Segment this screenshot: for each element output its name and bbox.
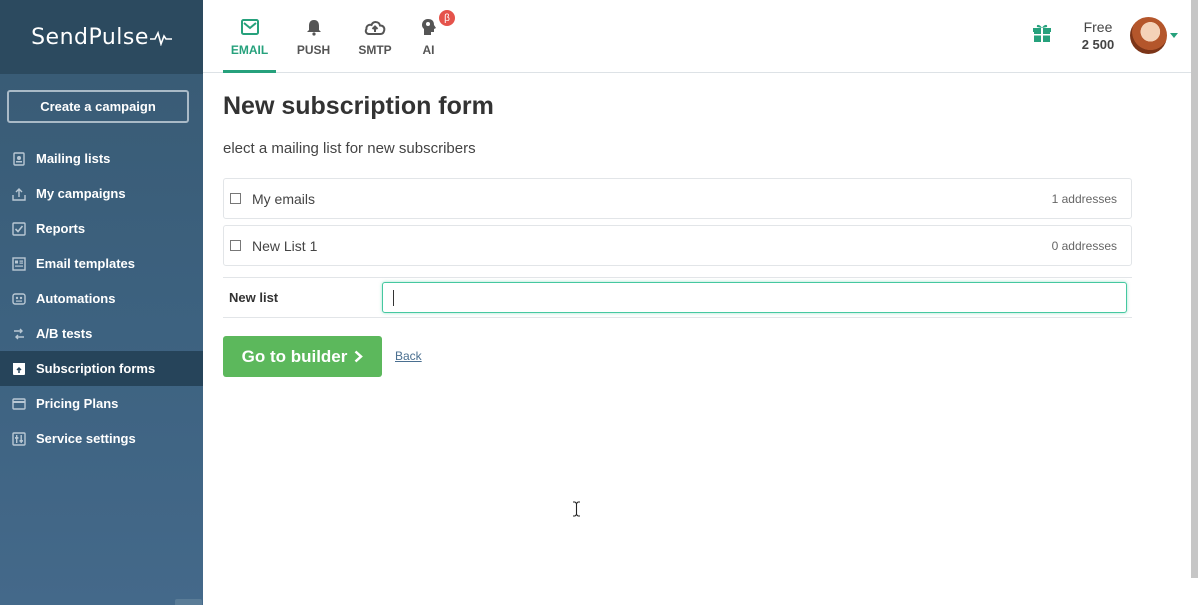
- sidebar-item-automations[interactable]: Automations: [0, 281, 203, 316]
- sidebar-item-service-settings[interactable]: Service settings: [0, 421, 203, 456]
- sidebar-item-ab-tests[interactable]: A/B tests: [0, 316, 203, 351]
- tab-label: EMAIL: [230, 43, 269, 57]
- tab-label: AI: [422, 43, 435, 57]
- address-book-icon: [12, 151, 26, 166]
- pulse-icon: [149, 30, 172, 46]
- sidebar-item-email-templates[interactable]: Email templates: [0, 246, 203, 281]
- sliders-icon: [12, 431, 26, 446]
- back-link[interactable]: Back: [395, 349, 422, 363]
- cloud-upload-icon: [364, 16, 386, 38]
- template-icon: [12, 256, 26, 271]
- ab-test-icon: [12, 327, 26, 341]
- chevron-down-icon[interactable]: [1170, 33, 1178, 38]
- tab-email[interactable]: EMAIL: [223, 0, 276, 73]
- plan-count: 2 500: [1081, 37, 1115, 52]
- sidebar-item-label: Automations: [36, 291, 116, 306]
- tab-push[interactable]: PUSH: [291, 0, 336, 73]
- sidebar-item-label: Reports: [36, 221, 86, 236]
- topbar: EMAIL PUSH SMTP AI β Free 2 500: [203, 0, 1198, 73]
- text-caret: [393, 290, 394, 306]
- sidebar-item-label: Service settings: [36, 431, 136, 446]
- automation-icon: [12, 292, 26, 306]
- list-name: New List 1: [252, 237, 318, 254]
- go-to-builder-button[interactable]: Go to builder: [223, 336, 382, 377]
- bell-icon: [303, 16, 325, 38]
- sidebar-item-label: Email templates: [36, 256, 135, 271]
- list-count: 1 addresses: [1051, 191, 1117, 206]
- wallet-icon: [12, 397, 26, 411]
- sidebar-item-label: A/B tests: [36, 326, 93, 341]
- avatar[interactable]: [1130, 17, 1167, 54]
- ibeam-cursor-icon: [573, 501, 580, 517]
- sidebar-scroll-handle[interactable]: [175, 599, 202, 605]
- sidebar-item-label: Pricing Plans: [36, 396, 119, 411]
- list-name: My emails: [252, 190, 316, 207]
- sidebar-item-reports[interactable]: Reports: [0, 211, 203, 246]
- checkbox-chart-icon: [12, 221, 26, 236]
- list-checkbox[interactable]: [230, 240, 241, 251]
- form-icon: [12, 362, 26, 376]
- tab-label: SMTP: [358, 43, 392, 57]
- page-title: New subscription form: [223, 92, 494, 120]
- inbox-upload-icon: [12, 187, 26, 201]
- sidebar-nav: Mailing lists My campaigns Reports Email…: [0, 141, 203, 456]
- new-list-label: New list: [229, 290, 279, 305]
- list-item[interactable]: New List 1 0 addresses: [223, 225, 1132, 266]
- logo[interactable]: SendPulse: [31, 25, 172, 50]
- sidebar-item-label: Subscription forms: [36, 361, 156, 376]
- beta-badge: β: [439, 10, 455, 26]
- gift-icon[interactable]: [1031, 22, 1053, 44]
- chevron-right-icon: [355, 350, 364, 363]
- sidebar: SendPulse Create a campaign Mailing list…: [0, 0, 203, 605]
- new-list-row: New list: [223, 277, 1132, 517]
- sidebar-item-subscription-forms[interactable]: Subscription forms: [0, 351, 203, 386]
- logo-bar: SendPulse: [0, 0, 203, 74]
- new-list-input[interactable]: [382, 282, 1127, 313]
- tab-label: PUSH: [296, 43, 331, 57]
- list-count: 0 addresses: [1051, 238, 1117, 253]
- go-to-builder-label: Go to builder: [241, 346, 348, 366]
- envelope-icon: [239, 16, 261, 38]
- create-campaign-button[interactable]: Create a campaign: [7, 90, 189, 123]
- sidebar-item-label: My campaigns: [36, 186, 126, 201]
- page-subtitle: elect a mailing list for new subscribers: [223, 140, 476, 157]
- plan-info[interactable]: Free 2 500: [1063, 19, 1133, 52]
- brain-head-icon: [418, 16, 440, 38]
- list-checkbox[interactable]: [230, 193, 241, 204]
- tab-ai[interactable]: AI β: [412, 0, 455, 73]
- sidebar-item-label: Mailing lists: [36, 151, 111, 166]
- page-scrollbar[interactable]: [1191, 0, 1198, 578]
- sidebar-item-mailing-lists[interactable]: Mailing lists: [0, 141, 203, 176]
- sidebar-item-my-campaigns[interactable]: My campaigns: [0, 176, 203, 211]
- plan-name: Free: [1083, 19, 1113, 35]
- list-item[interactable]: My emails 1 addresses: [223, 178, 1132, 219]
- sidebar-item-pricing-plans[interactable]: Pricing Plans: [0, 386, 203, 421]
- tab-smtp[interactable]: SMTP: [351, 0, 399, 73]
